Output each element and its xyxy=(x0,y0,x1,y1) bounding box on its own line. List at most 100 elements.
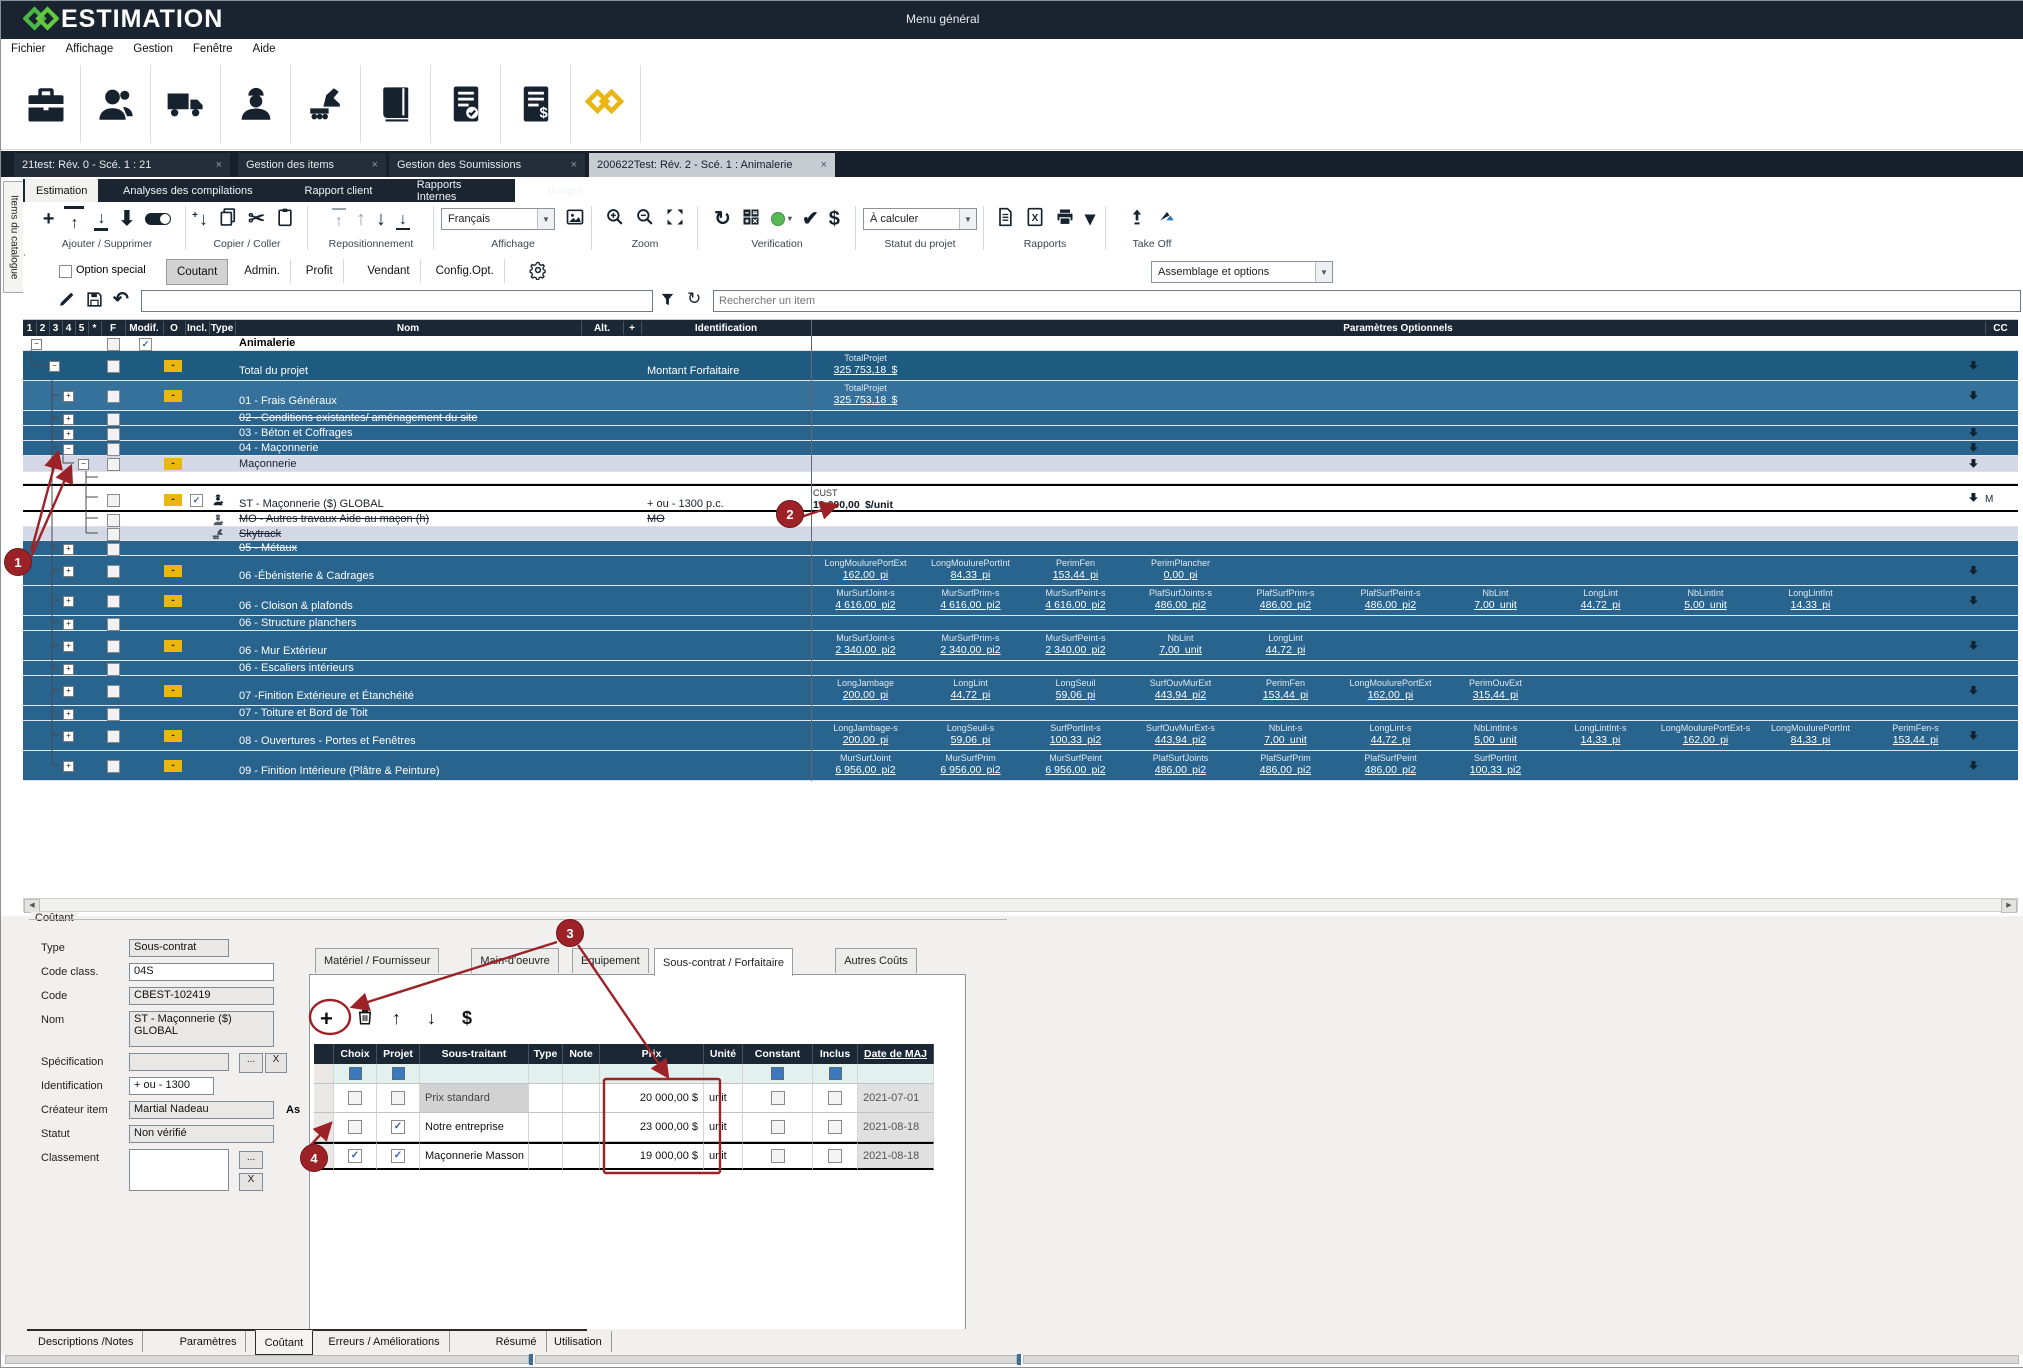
toolbar-button-project-briefcase-icon[interactable] xyxy=(11,65,81,143)
expand-icon[interactable]: + xyxy=(63,429,74,440)
field-sp-cification[interactable] xyxy=(129,1053,229,1071)
menu-item-fen-tre[interactable]: Fenêtre xyxy=(183,39,243,59)
ribbon-button-move-up-icon[interactable]: ↑ xyxy=(356,209,366,229)
parameter-value[interactable]: 443,94 pi2 xyxy=(1128,734,1233,747)
grid-row-empty[interactable] xyxy=(23,472,2018,484)
parameter-value[interactable]: 4 616,00 pi2 xyxy=(813,599,918,612)
ribbon-button-refresh-icon[interactable]: ↻ xyxy=(714,209,731,229)
price-cell-unit[interactable]: unit xyxy=(704,1113,743,1142)
price-cell-constant[interactable] xyxy=(743,1142,813,1170)
parameter-value[interactable]: 486,00 pi2 xyxy=(1338,764,1443,777)
modif-checkbox[interactable]: ✓ xyxy=(139,338,152,351)
expand-icon[interactable]: + xyxy=(63,686,74,697)
cc-arrow-down-icon[interactable] xyxy=(1967,639,1980,653)
parameter-value[interactable]: 486,00 pi2 xyxy=(1128,599,1233,612)
price-cell-constant[interactable] xyxy=(743,1113,813,1142)
parameter-value[interactable]: 6 956,00 pi2 xyxy=(1023,764,1128,777)
parameter-value[interactable]: 59,06 pi xyxy=(1023,689,1128,702)
grid-column-header-o[interactable]: O xyxy=(163,320,185,336)
o-marker[interactable]: - xyxy=(164,494,182,506)
price-cell-prix[interactable]: 20 000,00 $ xyxy=(600,1084,704,1113)
grid-row-06-b-nisterie-cadrages[interactable]: +-06 -Ébénisterie & CadragesLongMoulureP… xyxy=(23,556,2018,586)
parameter-value[interactable]: 6 956,00 pi2 xyxy=(813,764,918,777)
ribbon-button-calculator-icon[interactable] xyxy=(741,207,761,231)
grid-column-header-3[interactable]: 3 xyxy=(49,320,62,336)
price-cell-prix[interactable]: 19 000,00 $ xyxy=(600,1142,704,1170)
parameter-value[interactable]: 44,72 pi xyxy=(1338,734,1443,747)
toolbar-button-document-check-icon[interactable] xyxy=(431,65,501,143)
parameter-value[interactable]: 200,00 pi xyxy=(813,734,918,747)
f-checkbox[interactable] xyxy=(107,413,120,426)
parameter-value[interactable]: 200,00 pi xyxy=(813,689,918,702)
cc-arrow-down-icon[interactable] xyxy=(1967,389,1980,403)
ribbon-button-zoom-out-icon[interactable] xyxy=(635,207,655,231)
cc-arrow-down-icon[interactable] xyxy=(1967,491,1980,505)
price-toolbar-add-icon[interactable]: + xyxy=(320,1008,333,1032)
cost-tab-sous-contrat-forfaitaire[interactable]: Sous-contrat / Forfaitaire xyxy=(654,948,793,976)
ribbon-button-zoom-in-icon[interactable] xyxy=(605,207,625,231)
f-checkbox[interactable] xyxy=(107,514,120,527)
ribbon-button-check-icon[interactable]: ✔ xyxy=(802,209,819,229)
price-toolbar-arrow-up-icon[interactable]: ↑ xyxy=(392,1008,401,1030)
grid-column-header-f[interactable]: F xyxy=(101,320,125,336)
parameter-value[interactable]: 486,00 pi2 xyxy=(1128,764,1233,777)
cost-tab-mat-riel-fournisseur[interactable]: Matériel / Fournisseur xyxy=(315,948,439,973)
parameter-value[interactable]: 44,72 pi xyxy=(1548,599,1653,612)
price-column-constant[interactable]: Constant xyxy=(743,1044,813,1064)
ribbon-button-caret-down-icon[interactable]: ▾ xyxy=(1085,209,1095,229)
f-checkbox[interactable] xyxy=(107,730,120,743)
menu-item-aide[interactable]: Aide xyxy=(243,39,286,59)
price-column-projet[interactable]: Projet xyxy=(377,1044,420,1064)
grid-row-09-finition-int-rieure-pl-tre-peinture[interactable]: +-09 - Finition Intérieure (Plâtre & Pei… xyxy=(23,751,2018,781)
cc-arrow-down-icon[interactable] xyxy=(1967,426,1980,440)
f-checkbox[interactable] xyxy=(107,663,120,676)
bottom-tab-erreurs-am-liorations[interactable]: Erreurs / Améliorations xyxy=(319,1331,449,1352)
grid-row-06-structure-planchers[interactable]: +06 - Structure planchers xyxy=(23,616,2018,631)
ribbon-button-print-icon[interactable] xyxy=(1055,207,1075,231)
cc-arrow-down-icon[interactable] xyxy=(1967,594,1980,608)
item-edit-input[interactable] xyxy=(141,290,653,312)
select-affichage[interactable]: Français▼ xyxy=(441,208,555,230)
grid-column-header-modif[interactable]: Modif. xyxy=(125,320,163,336)
price-column-prix[interactable]: Prix xyxy=(600,1044,704,1064)
price-cell-projet[interactable] xyxy=(377,1084,420,1113)
bottom-tab-descriptions-notes[interactable]: Descriptions /Notes xyxy=(29,1331,143,1352)
grid-horizontal-scrollbar[interactable]: ◀ ▶ xyxy=(23,898,2018,912)
row-selector[interactable] xyxy=(314,1084,334,1113)
parameter-value[interactable]: 153,44 pi xyxy=(1863,734,1968,747)
cc-arrow-down-icon[interactable] xyxy=(1967,441,1980,455)
grid-row-06-escaliers-int-rieurs[interactable]: +06 - Escaliers intérieurs xyxy=(23,661,2018,676)
field-cr-ateur-item[interactable]: Martial Nadeau xyxy=(129,1101,274,1119)
parameter-value[interactable]: 44,72 pi xyxy=(918,689,1023,702)
grid-row-mo-autres-travaux-aide-au-ma-on-h[interactable]: MO - Autres travaux Aide au maçon (h)MO xyxy=(23,512,2018,527)
expand-icon[interactable]: + xyxy=(63,596,74,607)
document-tab-gestion-des-soumissions[interactable]: Gestion des Soumissions× xyxy=(389,153,585,177)
grid-column-header-1[interactable]: 1 xyxy=(23,320,36,336)
mode-tab-coutant[interactable]: Coutant xyxy=(166,259,228,285)
grid-column-header-type[interactable]: Type xyxy=(209,320,235,336)
grid-column-header-alt[interactable]: Alt. xyxy=(581,320,623,336)
ribbon-button-upload-icon[interactable] xyxy=(1127,207,1147,231)
price-cell-date-de-maj[interactable]: 2021-08-18 xyxy=(858,1113,934,1142)
field-code[interactable]: CBEST-102419 xyxy=(129,987,274,1005)
ribbon-tab-estimation[interactable]: Estimation xyxy=(25,179,98,202)
document-tab-gestion-des-items[interactable]: Gestion des items× xyxy=(238,153,386,177)
toolbar-button-truck-icon[interactable] xyxy=(151,65,221,143)
price-cell-sous-traitant[interactable]: Notre entreprise xyxy=(420,1113,529,1142)
parameter-value[interactable]: 486,00 pi2 xyxy=(1233,599,1338,612)
filter-checkbox-projet[interactable] xyxy=(392,1067,405,1080)
parameter-value[interactable]: 486,00 pi2 xyxy=(1233,764,1338,777)
parameter-value[interactable]: 14,33 pi xyxy=(1548,734,1653,747)
mode-tab-admin[interactable]: Admin. xyxy=(234,259,291,283)
grid-column-header-param-tres-optionnels[interactable]: Paramètres Optionnels xyxy=(811,320,1985,336)
f-checkbox[interactable] xyxy=(107,618,120,631)
ribbon-tab-rapport-client[interactable]: Rapport client xyxy=(294,179,384,202)
collapse-icon[interactable]: − xyxy=(31,339,42,350)
parameter-value[interactable]: 162,00 pi xyxy=(813,569,918,582)
ribbon-button-paste-icon[interactable] xyxy=(275,207,295,231)
scroll-right-icon[interactable]: ▶ xyxy=(2001,899,2017,913)
collapse-icon[interactable]: − xyxy=(78,459,89,470)
price-cell-inclus[interactable] xyxy=(813,1084,858,1113)
ribbon-button-paste-insert-icon[interactable]: ↓+ xyxy=(199,209,208,229)
expand-icon[interactable]: + xyxy=(63,709,74,720)
